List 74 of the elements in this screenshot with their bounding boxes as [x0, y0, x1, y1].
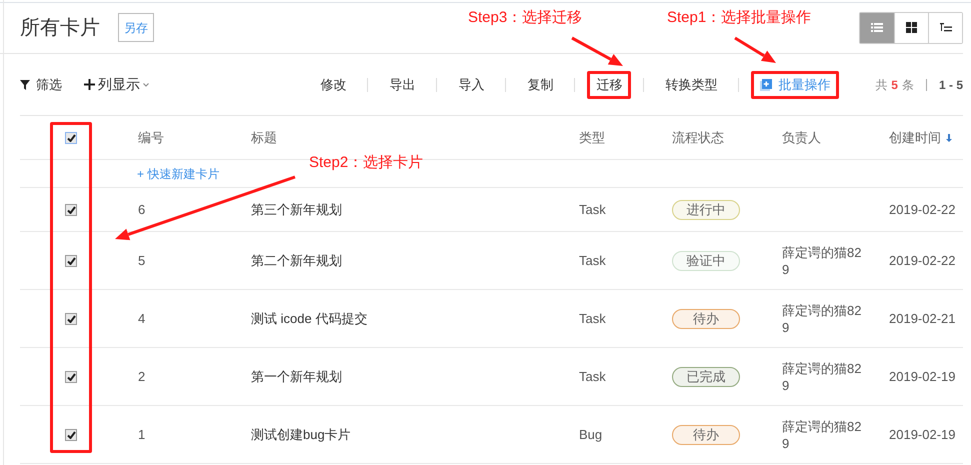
column-header[interactable]: 负责人	[782, 128, 821, 148]
card-title-link[interactable]: 第一个新年规划	[251, 366, 342, 386]
check-icon	[66, 134, 76, 142]
checkbox[interactable]	[65, 204, 77, 216]
table-cell-text: 2	[138, 368, 146, 386]
toolbar-action[interactable]: 导入	[449, 70, 494, 98]
table-cell-text: 薛定谔的猫829	[782, 244, 862, 278]
table-cell-text: Task	[579, 368, 606, 386]
card-title-link[interactable]: 第二个新年规划	[251, 250, 342, 270]
table-cell-text: 薛定谔的猫829	[782, 302, 862, 336]
view-toggle[interactable]	[860, 12, 894, 42]
table-cell-text: Task	[579, 310, 606, 328]
toolbar-action[interactable]: 修改	[311, 70, 356, 98]
card-title-link[interactable]: 第三个新年规划	[251, 200, 342, 220]
table-cell-text: 2019-02-22	[889, 252, 956, 270]
view-toggle[interactable]	[928, 12, 962, 42]
table-cell-text: 薛定谔的猫829	[782, 360, 862, 394]
status-badge: 进行中	[672, 200, 740, 220]
table-cell-text: Task	[579, 252, 606, 270]
annotation-text: Step1：选择批量操作	[667, 8, 812, 28]
check-icon	[66, 206, 76, 214]
status-badge: 待办	[672, 424, 740, 444]
total-label: 共	[875, 76, 888, 94]
check-icon	[66, 256, 76, 264]
total-label: 条	[902, 76, 914, 94]
table-cell-text: 2019-02-19	[889, 368, 956, 386]
tree-list-icon	[940, 23, 952, 32]
page-title: 所有卡片	[20, 16, 100, 40]
toolbar-action[interactable]: 转换类型	[656, 70, 726, 98]
column-display-button[interactable]: 列显示	[84, 74, 149, 95]
column-header[interactable]: 流程状态	[672, 128, 724, 148]
table-cell-text: 薛定谔的猫829	[782, 418, 862, 452]
card-title-link[interactable]: 测试 icode 代码提交	[251, 308, 368, 328]
annotation-arrow	[734, 36, 776, 63]
status-badge: 已完成	[672, 366, 740, 386]
checkbox[interactable]	[65, 312, 77, 324]
checkbox[interactable]	[65, 370, 77, 382]
add-square-icon	[760, 78, 772, 90]
annotation-text: Step3：选择迁移	[468, 8, 582, 28]
column-header[interactable]: 创建时间	[889, 128, 941, 148]
table-cell-text: 2019-02-19	[889, 426, 956, 444]
column-header[interactable]: 标题	[251, 128, 277, 148]
annotation-text: Step2：选择卡片	[309, 153, 424, 173]
page-range: 1 - 5	[938, 76, 963, 94]
table-cell-text: 2019-02-21	[889, 310, 956, 328]
table-cell-text: Task	[579, 200, 606, 219]
caret-icon	[143, 82, 149, 86]
status-badge: 待办	[672, 308, 740, 328]
grid-icon	[906, 22, 917, 33]
column-header[interactable]: 类型	[579, 128, 605, 148]
plus-icon	[84, 79, 95, 90]
checkbox[interactable]	[65, 428, 77, 440]
check-icon	[66, 314, 76, 322]
table-cell-text: 4	[138, 310, 146, 328]
annotation-arrow	[571, 36, 623, 66]
table-cell-text: 1	[138, 426, 146, 444]
table-cell-text: 2019-02-22	[889, 200, 956, 219]
toolbar-action[interactable]: 导出	[380, 70, 424, 98]
toolbar-action[interactable]: 复制	[518, 70, 562, 98]
filter-button[interactable]: 筛选	[20, 74, 62, 94]
table-cell-text: 6	[138, 200, 146, 219]
status-badge: 验证中	[672, 250, 740, 270]
list-icon	[871, 23, 883, 32]
table-cell-text: 5	[138, 252, 146, 270]
table-cell-text: Bug	[579, 426, 602, 444]
checkbox[interactable]	[65, 132, 77, 144]
card-title-link[interactable]: 测试创建bug卡片	[251, 424, 351, 444]
check-icon	[66, 372, 76, 380]
check-icon	[66, 430, 76, 438]
checkbox[interactable]	[65, 254, 77, 266]
filter-icon	[20, 80, 30, 90]
toolbar-action[interactable]: 迁移	[587, 70, 632, 98]
column-header[interactable]: 编号	[138, 128, 164, 148]
total-count: 5	[891, 76, 898, 94]
